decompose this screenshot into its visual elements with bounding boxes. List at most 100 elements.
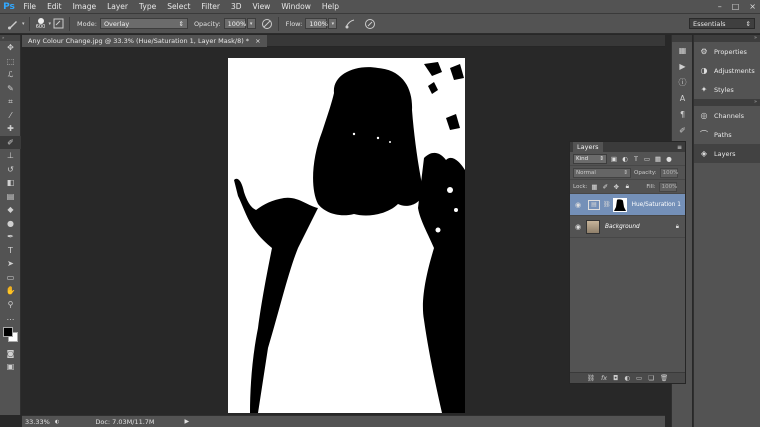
filter-adjustment-icon[interactable]: ◐: [621, 155, 629, 163]
filter-smart-object-icon[interactable]: ▦: [654, 155, 662, 163]
blur-tool-icon[interactable]: ◆: [0, 203, 21, 217]
lock-position-icon[interactable]: ✥: [612, 183, 620, 191]
new-group-icon[interactable]: ▭: [636, 374, 642, 382]
brush-panel-toggle-icon[interactable]: [51, 17, 65, 31]
character-panel-icon[interactable]: A: [672, 90, 693, 106]
marquee-tool-icon[interactable]: ⬚: [0, 55, 21, 69]
menu-help[interactable]: Help: [316, 0, 344, 14]
airbrush-icon[interactable]: [343, 17, 357, 31]
layer-mask-thumbnail[interactable]: [612, 197, 627, 212]
layer-thumbnail[interactable]: [586, 219, 600, 234]
menu-layer[interactable]: Layer: [102, 0, 134, 14]
menu-select[interactable]: Select: [162, 0, 196, 14]
brush-size-picker[interactable]: 600: [34, 17, 48, 30]
menu-window[interactable]: Window: [276, 0, 317, 14]
close-tab-icon[interactable]: ×: [255, 37, 260, 45]
mode-select[interactable]: Overlay ⇕: [99, 18, 188, 29]
fill-field[interactable]: 100%: [658, 181, 677, 192]
document-canvas[interactable]: [228, 58, 465, 413]
minimize-button[interactable]: –: [718, 2, 722, 11]
panel-styles[interactable]: ✦ Styles: [694, 80, 760, 99]
chevron-down-icon[interactable]: ▾: [22, 21, 25, 27]
color-swatches[interactable]: [0, 325, 21, 347]
dodge-tool-icon[interactable]: ●: [0, 217, 21, 231]
new-layer-icon[interactable]: ❏: [648, 374, 654, 382]
info-panel-icon[interactable]: ⓘ: [672, 74, 693, 90]
opacity-field[interactable]: 100%: [223, 18, 246, 29]
menu-filter[interactable]: Filter: [196, 0, 226, 14]
clone-stamp-tool-icon[interactable]: ⊥: [0, 149, 21, 163]
lock-pixels-icon[interactable]: ✐: [601, 183, 609, 191]
filter-shape-icon[interactable]: ▭: [643, 155, 651, 163]
lock-transparent-icon[interactable]: ▦: [590, 183, 598, 191]
document-tab[interactable]: Any Colour Change.jpg @ 33.3% (Hue/Satur…: [22, 35, 267, 47]
pressure-size-icon[interactable]: [363, 17, 377, 31]
filter-type-select[interactable]: Kind ⇕: [573, 153, 607, 164]
filter-type-icon[interactable]: T: [632, 155, 640, 163]
menu-3d[interactable]: 3D: [225, 0, 247, 14]
crop-tool-icon[interactable]: ⌗: [0, 95, 21, 109]
layer-name[interactable]: Background: [605, 224, 640, 230]
visibility-eye-icon[interactable]: ◉: [570, 201, 586, 209]
maximize-button[interactable]: □: [732, 2, 740, 11]
filter-pixel-icon[interactable]: ▣: [610, 155, 618, 163]
menu-edit[interactable]: Edit: [42, 0, 68, 14]
zoom-tool-icon[interactable]: ⚲: [0, 298, 21, 312]
gradient-tool-icon[interactable]: ▤: [0, 190, 21, 204]
paragraph-panel-icon[interactable]: ¶: [672, 106, 693, 122]
layer-name[interactable]: Hue/Saturation 1: [632, 202, 681, 208]
panel-group-collapse[interactable]: »: [694, 35, 760, 42]
history-brush-tool-icon[interactable]: ↺: [0, 163, 21, 177]
history-panel-icon[interactable]: ▦: [672, 42, 693, 58]
menu-type[interactable]: Type: [134, 0, 162, 14]
menu-view[interactable]: View: [247, 0, 276, 14]
delete-layer-icon[interactable]: 🗑︎: [660, 374, 668, 382]
brush-tool-preset-icon[interactable]: [6, 17, 20, 31]
panel-channels[interactable]: ◎ Channels: [694, 106, 760, 125]
pen-tool-icon[interactable]: ✒: [0, 230, 21, 244]
flow-dropdown-button[interactable]: ▾: [328, 18, 338, 29]
layers-tab[interactable]: Layers: [573, 142, 603, 152]
screen-mode-icon[interactable]: ▣: [0, 360, 21, 374]
panel-adjustments[interactable]: ◑ Adjustments: [694, 61, 760, 80]
quick-selection-tool-icon[interactable]: ✎: [0, 82, 21, 96]
link-layers-icon[interactable]: ⛓︎: [587, 374, 595, 382]
move-tool-icon[interactable]: ✥: [0, 41, 21, 55]
panel-menu-icon[interactable]: ≡: [677, 144, 682, 151]
add-mask-icon[interactable]: ◘: [613, 374, 618, 382]
type-tool-icon[interactable]: T: [0, 244, 21, 258]
path-selection-tool-icon[interactable]: ➤: [0, 257, 21, 271]
status-menu-arrow-icon[interactable]: ▶: [185, 418, 190, 425]
eraser-tool-icon[interactable]: ◧: [0, 176, 21, 190]
opacity-dropdown-button[interactable]: ▾: [246, 18, 256, 29]
zoom-stepper-icon[interactable]: ◐: [55, 419, 59, 425]
pressure-opacity-icon[interactable]: [260, 17, 274, 31]
zoom-level[interactable]: 33.33%: [25, 418, 53, 426]
new-adjustment-layer-icon[interactable]: ◐: [624, 374, 630, 382]
panel-group-collapse[interactable]: »: [694, 99, 760, 106]
layer-row[interactable]: ◉ ▤ ⛓︎ Hue/Saturation 1: [570, 194, 685, 216]
panel-paths[interactable]: ⌒ Paths: [694, 125, 760, 144]
quick-mask-icon[interactable]: ◙: [0, 347, 21, 361]
add-layer-style-icon[interactable]: fx: [601, 374, 607, 382]
hand-tool-icon[interactable]: ✋: [0, 284, 21, 298]
lasso-tool-icon[interactable]: ℒ: [0, 68, 21, 82]
panel-properties[interactable]: ⚙ Properties: [694, 42, 760, 61]
flow-field[interactable]: 100%: [305, 18, 328, 29]
healing-brush-tool-icon[interactable]: ✚: [0, 122, 21, 136]
more-tools-icon[interactable]: …: [0, 311, 21, 325]
shape-tool-icon[interactable]: ▭: [0, 271, 21, 285]
lock-all-icon[interactable]: 🔒︎: [623, 182, 631, 191]
menu-image[interactable]: Image: [67, 0, 102, 14]
layer-row[interactable]: ◉ Background 🔒︎: [570, 216, 685, 238]
layer-opacity-field[interactable]: 100%: [659, 167, 678, 178]
close-button[interactable]: ×: [749, 2, 756, 11]
actions-panel-icon[interactable]: ▶: [672, 58, 693, 74]
visibility-eye-icon[interactable]: ◉: [570, 223, 586, 231]
menu-file[interactable]: File: [18, 0, 42, 14]
panel-layers[interactable]: ◈ Layers: [694, 144, 760, 163]
brush-presets-panel-icon[interactable]: ✐: [672, 122, 693, 138]
eyedropper-tool-icon[interactable]: ⁄: [0, 109, 21, 123]
workspace-switcher[interactable]: Essentials ⇕: [689, 18, 755, 29]
filter-toggle-icon[interactable]: ●: [665, 155, 673, 163]
